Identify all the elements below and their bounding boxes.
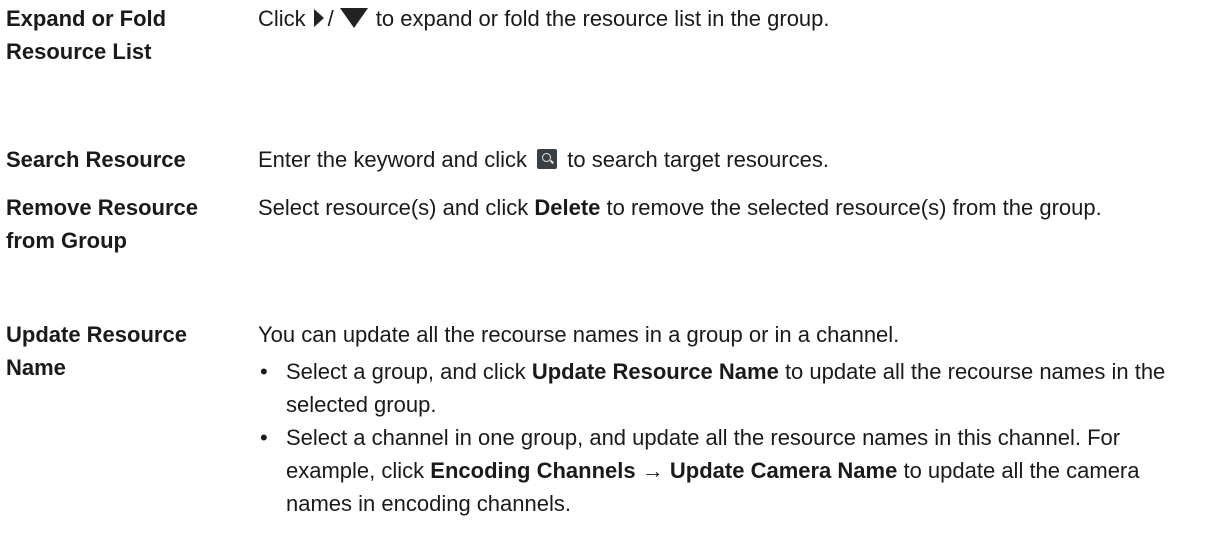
bullet-list: • Select a group, and click Update Resou… [258, 355, 1208, 520]
bullet-text-before: Select a group, and click [286, 359, 526, 384]
description-expand-fold: Click / to expand or fold the resource lis… [258, 2, 1208, 35]
list-item: • Select a group, and click Update Resou… [258, 355, 1208, 421]
desc-separator: / [327, 6, 334, 31]
term-update-resource-name: Update Resource Name [6, 322, 187, 380]
desc-text-before: Click [258, 6, 306, 31]
fold-triangle-icon [339, 8, 368, 29]
desc-text-after: to remove the selected resource(s) from … [606, 195, 1102, 220]
desc-intro: You can update all the recourse names in… [258, 322, 900, 347]
desc-bold-delete: Delete [534, 195, 601, 220]
description-remove: Select resource(s) and click Delete to r… [258, 191, 1208, 224]
bullet-dot: • [260, 359, 268, 384]
desc-text-before: Enter the keyword and click [258, 147, 528, 172]
description-update-name: You can update all the recourse names in… [258, 318, 1208, 520]
bullet-arrow: → [641, 458, 664, 483]
list-item: • Select a channel in one group, and upd… [258, 421, 1208, 520]
term-remove-resource: Remove Resource from Group [6, 195, 198, 253]
bullet-dot: • [260, 425, 268, 450]
desc-text-after: to search target resources. [567, 147, 829, 172]
bullet-bold: Update Resource Name [531, 359, 779, 384]
bullet-bold-encoding-channels: Encoding Channels [430, 458, 636, 483]
expand-triangle-icon [313, 9, 324, 28]
term-search-resource: Search Resource [6, 147, 186, 172]
bullet-bold-update-camera-name: Update Camera Name [669, 458, 898, 483]
description-search: Enter the keyword and click to search ta… [258, 143, 1208, 176]
definition-table: Expand or Fold Resource List Click / to ex… [0, 0, 1213, 554]
desc-text-before: Select resource(s) and click [258, 195, 529, 220]
term-expand-fold: Expand or Fold Resource List [6, 6, 167, 64]
search-icon [537, 149, 558, 170]
desc-text-after: to expand or fold the resource list in t… [375, 6, 830, 31]
